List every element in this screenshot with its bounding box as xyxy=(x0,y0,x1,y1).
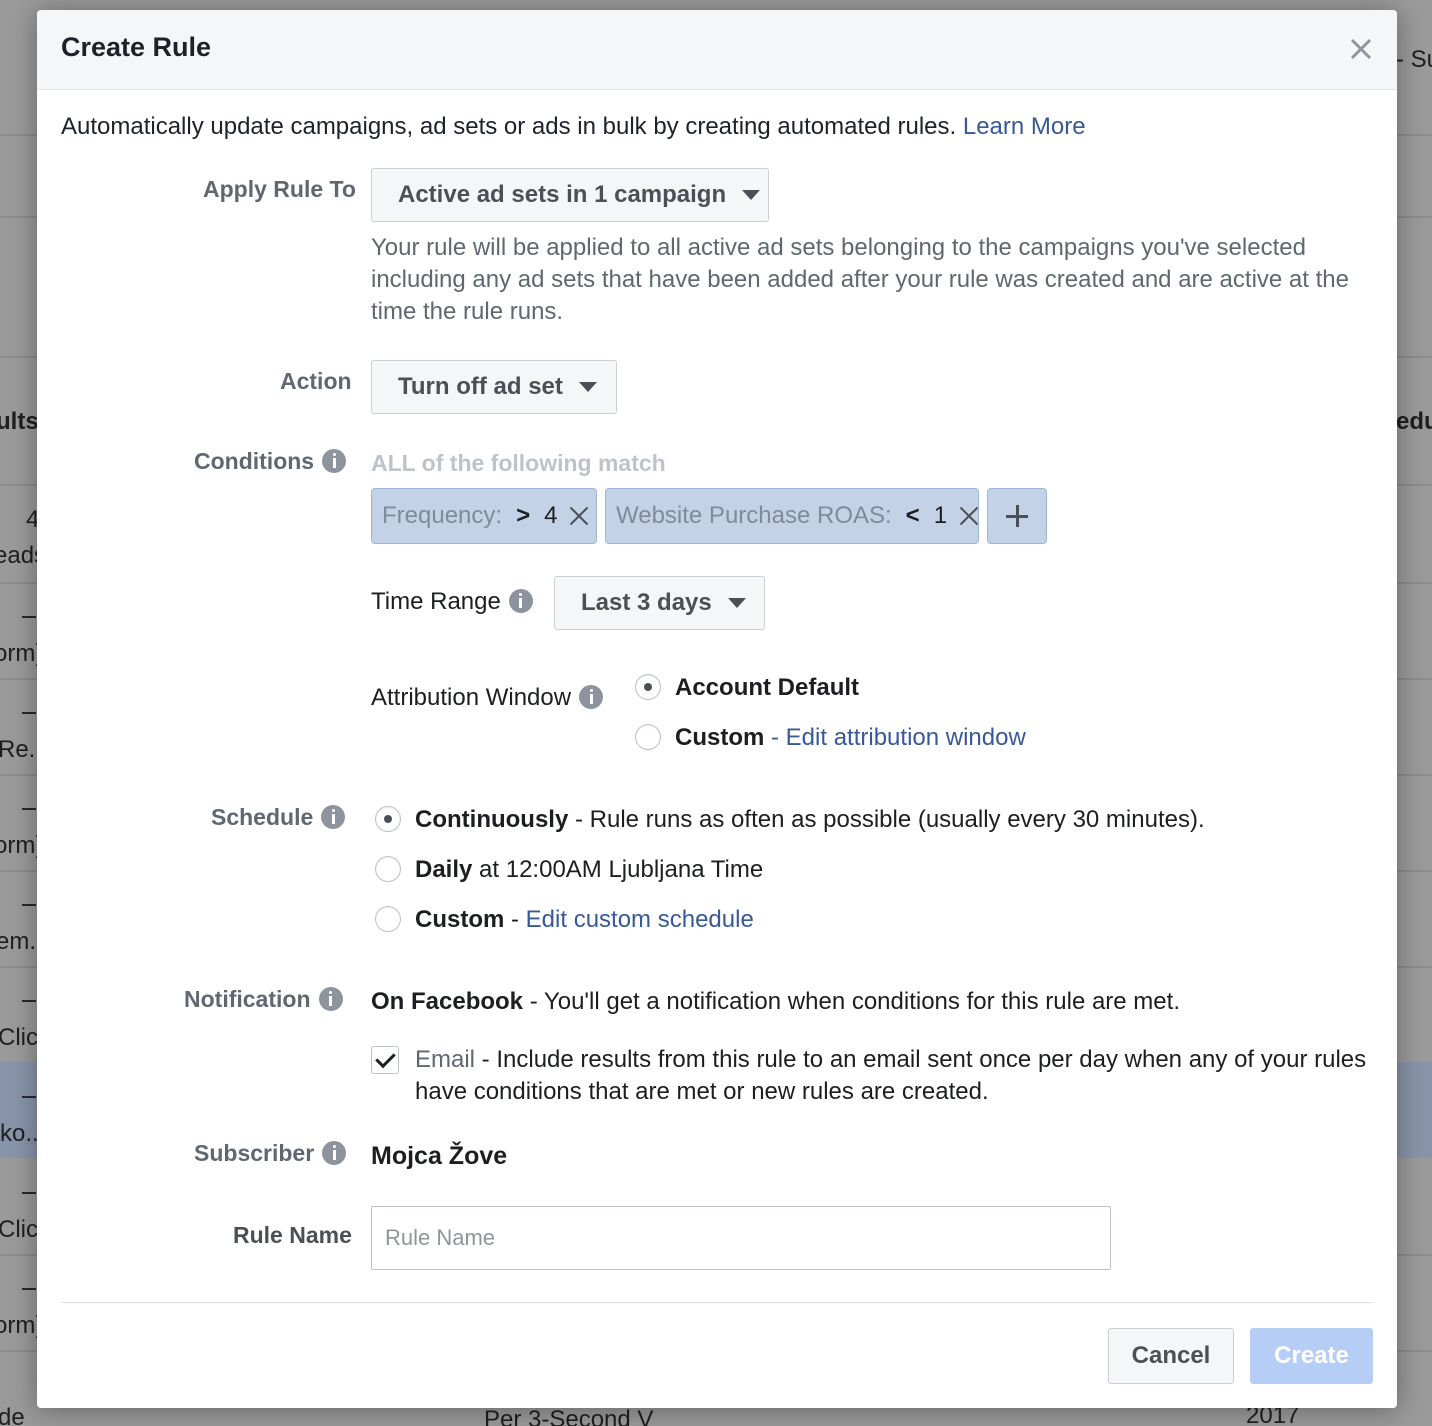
caret-down-icon xyxy=(578,382,597,392)
learn-more-link[interactable]: Learn More xyxy=(963,113,1086,140)
info-icon[interactable] xyxy=(508,588,533,613)
subscriber-label: Subscriber xyxy=(194,1140,347,1167)
schedule-daily-option[interactable]: Daily at 12:00AM Ljubljana Time xyxy=(415,856,763,884)
bg-column-header: ults xyxy=(0,408,39,435)
bg-dash xyxy=(22,1288,36,1290)
cancel-button[interactable]: Cancel xyxy=(1108,1328,1234,1384)
bg-dash xyxy=(22,808,36,810)
action-value: Turn off ad set xyxy=(398,373,563,400)
rule-name-input[interactable] xyxy=(371,1206,1111,1270)
conditions-label: Conditions xyxy=(194,448,347,475)
bg-fragment: - Su xyxy=(1396,46,1432,73)
option-title: Account Default xyxy=(675,674,860,701)
attribution-custom-radio[interactable] xyxy=(635,724,661,750)
apply-rule-value: Active ad sets in 1 campaign xyxy=(398,181,727,208)
condition-operator: < xyxy=(905,502,920,529)
add-condition-plus-icon[interactable] xyxy=(987,488,1047,544)
schedule-daily-radio[interactable] xyxy=(375,856,401,882)
rule-name-label: Rule Name xyxy=(233,1222,352,1248)
caret-down-icon xyxy=(727,598,746,608)
conditions-match-heading: ALL of the following match xyxy=(371,450,666,476)
conditions-label-text: Conditions xyxy=(194,448,315,474)
bg-fragment: de xyxy=(0,1404,25,1426)
info-icon[interactable] xyxy=(322,1140,347,1165)
info-icon[interactable] xyxy=(579,684,604,709)
bg-dash xyxy=(22,1000,36,1002)
condition-value: 4 xyxy=(544,502,558,529)
close-icon[interactable] xyxy=(1348,36,1374,62)
email-notification-text: Email - Include results from this rule t… xyxy=(415,1044,1375,1108)
remove-condition-icon[interactable] xyxy=(959,506,968,526)
notification-facebook: On Facebook - You'll get a notification … xyxy=(371,988,1180,1016)
attribution-window-label-text: Attribution Window xyxy=(371,684,572,711)
intro-description: Automatically update campaigns, ad sets … xyxy=(61,113,957,140)
condition-value: 1 xyxy=(933,502,948,529)
attribution-default-option[interactable]: Account Default xyxy=(675,674,859,702)
apply-rule-dropdown[interactable]: Active ad sets in 1 campaign xyxy=(371,168,769,222)
dialog-header: Create Rule xyxy=(37,10,1397,90)
create-rule-dialog: Create Rule Automatically update campaig… xyxy=(37,10,1397,1408)
condition-metric: Frequency: xyxy=(382,502,503,529)
facebook-desc: - You'll get a notification when conditi… xyxy=(523,988,1180,1015)
bg-column-header: edu xyxy=(1396,408,1432,435)
apply-rule-help: Your rule will be applied to all active … xyxy=(371,234,1349,325)
option-title: Continuously xyxy=(415,806,569,833)
notification-label-text: Notification xyxy=(184,986,311,1012)
bg-fragment: Per 3-Second V xyxy=(484,1406,654,1426)
option-desc: - Rule runs as often as possible (usuall… xyxy=(568,806,1205,833)
schedule-label-text: Schedule xyxy=(211,804,314,830)
intro-text: Automatically update campaigns, ad sets … xyxy=(61,113,1086,141)
info-icon[interactable] xyxy=(321,804,346,829)
bg-dash xyxy=(22,904,36,906)
attribution-default-radio[interactable] xyxy=(635,674,661,700)
facebook-title: On Facebook xyxy=(371,988,524,1015)
schedule-label: Schedule xyxy=(211,804,346,831)
option-desc: at 12:00AM Ljubljana Time xyxy=(472,856,764,883)
schedule-continuously-radio[interactable] xyxy=(375,806,401,832)
email-title: Email xyxy=(415,1046,476,1073)
caret-down-icon xyxy=(742,190,761,200)
bg-dash xyxy=(22,712,36,714)
schedule-custom-option[interactable]: Custom - Edit custom schedule xyxy=(415,906,754,934)
schedule-continuously-option[interactable]: Continuously - Rule runs as often as pos… xyxy=(415,806,1205,834)
edit-custom-schedule-link[interactable]: Edit custom schedule xyxy=(526,906,754,933)
edit-attribution-window-link[interactable]: - Edit attribution window xyxy=(771,724,1026,751)
email-notification-checkbox[interactable] xyxy=(371,1046,399,1074)
dialog-title: Create Rule xyxy=(61,32,212,62)
option-title: Daily xyxy=(415,856,473,883)
action-label: Action xyxy=(280,368,352,394)
time-range-dropdown[interactable]: Last 3 days xyxy=(554,576,765,630)
info-icon[interactable] xyxy=(322,448,347,473)
bg-dash xyxy=(22,616,36,618)
option-title: Custom xyxy=(415,906,505,933)
email-desc: - Include results from this rule to an e… xyxy=(415,1046,1367,1105)
remove-condition-icon[interactable] xyxy=(569,506,586,526)
time-range-label: Time Range xyxy=(371,588,533,616)
apply-rule-label: Apply Rule To xyxy=(203,176,356,202)
condition-metric: Website Purchase ROAS: xyxy=(616,502,892,529)
create-button[interactable]: Create xyxy=(1250,1328,1373,1384)
bg-dash xyxy=(22,1096,36,1098)
subscriber-label-text: Subscriber xyxy=(194,1140,315,1166)
option-desc: - xyxy=(504,906,526,933)
subscriber-name: Mojca Žove xyxy=(371,1142,508,1170)
footer-divider xyxy=(61,1302,1373,1303)
time-range-value: Last 3 days xyxy=(581,589,712,616)
condition-chip-roas[interactable]: Website Purchase ROAS: < 1 xyxy=(605,488,979,544)
info-icon[interactable] xyxy=(318,986,343,1011)
schedule-custom-radio[interactable] xyxy=(375,906,401,932)
attribution-window-label: Attribution Window xyxy=(371,684,604,712)
time-range-label-text: Time Range xyxy=(371,588,501,615)
bg-dash xyxy=(22,1192,36,1194)
option-title: Custom xyxy=(675,724,765,751)
notification-label: Notification xyxy=(184,986,343,1013)
condition-operator: > xyxy=(516,502,531,529)
attribution-custom-option[interactable]: Custom - Edit attribution window xyxy=(675,724,1026,752)
action-dropdown[interactable]: Turn off ad set xyxy=(371,360,617,414)
condition-chip-frequency[interactable]: Frequency: > 4 xyxy=(371,488,597,544)
